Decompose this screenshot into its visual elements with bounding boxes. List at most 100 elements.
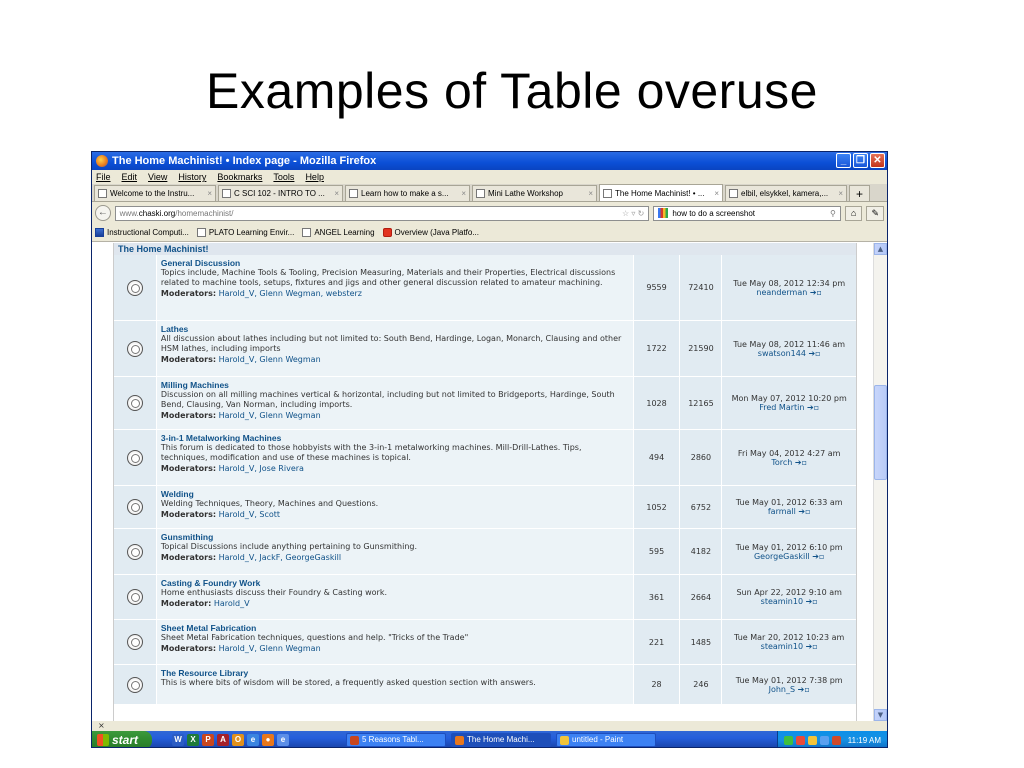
tab-close-icon[interactable]: × <box>584 189 593 198</box>
tab-close-icon[interactable]: × <box>834 189 843 198</box>
moderator-links[interactable]: Harold_V, Scott <box>219 510 280 519</box>
last-post-username[interactable]: steamin10 <box>761 642 803 651</box>
last-post-username[interactable]: swatson144 <box>758 349 806 358</box>
new-tab-button[interactable]: + <box>849 185 871 201</box>
browser-tab[interactable]: Welcome to the Instru... × <box>94 185 216 201</box>
category-header[interactable]: The Home Machinist! <box>114 243 856 255</box>
search-icon[interactable]: ⚲ <box>830 209 836 218</box>
menu-item-help[interactable]: Help <box>305 172 324 182</box>
last-post-username[interactable]: Fred Martin <box>759 403 804 412</box>
tab-close-icon[interactable]: × <box>330 189 339 198</box>
last-post-user[interactable]: Fred Martin ➔▫ <box>759 403 819 412</box>
forum-title-link[interactable]: Welding <box>161 489 629 499</box>
view-latest-post-icon[interactable]: ➔▫ <box>810 552 824 561</box>
tab-close-icon[interactable]: × <box>203 189 212 198</box>
close-button[interactable]: ✕ <box>870 153 885 168</box>
tab-close-icon[interactable]: × <box>457 189 466 198</box>
last-post-user[interactable]: steamin10 ➔▫ <box>761 597 818 606</box>
norton-icon[interactable] <box>831 735 841 745</box>
last-post-username[interactable]: John_S <box>769 685 795 694</box>
view-latest-post-icon[interactable]: ➔▫ <box>792 458 807 467</box>
moderator-links[interactable]: Harold_V, Glenn Wegman <box>219 355 321 364</box>
moderator-links[interactable]: Harold_V, Jose Rivera <box>219 464 304 473</box>
last-post-username[interactable]: steamin10 <box>761 597 803 606</box>
home-icon[interactable]: ⌂ <box>844 205 863 221</box>
taskbar-button[interactable]: 5 Reasons Tabl... <box>346 733 446 747</box>
last-post-username[interactable]: farmall <box>768 507 796 516</box>
network-icon[interactable] <box>783 735 793 745</box>
menu-item-file[interactable]: File <box>96 172 111 182</box>
window-titlebar[interactable]: The Home Machinist! • Index page - Mozil… <box>92 152 887 170</box>
moderator-links[interactable]: Harold_V, JackF, GeorgeGaskill <box>219 553 342 562</box>
back-arrow-icon[interactable]: ← <box>95 205 111 221</box>
last-post-username[interactable]: neanderman <box>756 288 807 297</box>
last-post-user[interactable]: GeorgeGaskill ➔▫ <box>754 552 824 561</box>
last-post-user[interactable]: steamin10 ➔▫ <box>761 642 818 651</box>
ie-alt-icon[interactable]: e <box>277 734 289 746</box>
browser-tab[interactable]: Mini Lathe Workshop × <box>472 185 597 201</box>
forum-title-link[interactable]: Gunsmithing <box>161 532 629 542</box>
taskbar-button[interactable]: untitled - Paint <box>556 733 656 747</box>
last-post-user[interactable]: swatson144 ➔▫ <box>758 349 821 358</box>
scroll-thumb[interactable] <box>874 385 887 480</box>
moderator-links[interactable]: Harold_V, Glenn Wegman, websterz <box>219 289 362 298</box>
last-post-user[interactable]: neanderman ➔▫ <box>756 288 822 297</box>
menu-item-tools[interactable]: Tools <box>273 172 294 182</box>
view-latest-post-icon[interactable]: ➔▫ <box>796 507 810 516</box>
scroll-up-arrow-icon[interactable]: ▲ <box>874 243 887 255</box>
address-bar[interactable]: www. chaski.org/homemachinist/ ☆ ▿ ↻ <box>114 205 650 221</box>
browser-tab[interactable]: elbil, elsykkel, kamera,... × <box>725 185 847 201</box>
browser-tab[interactable]: Learn how to make a s... × <box>345 185 470 201</box>
forum-title-link[interactable]: General Discussion <box>161 258 629 268</box>
tab-close-icon[interactable]: × <box>710 189 719 198</box>
bookmark-item[interactable]: Instructional Computi... <box>95 228 189 237</box>
start-button[interactable]: start <box>92 731 152 747</box>
forum-title-link[interactable]: Sheet Metal Fabrication <box>161 623 629 633</box>
view-latest-post-icon[interactable]: ➔▫ <box>807 288 822 297</box>
addon-bar-close-icon[interactable]: × <box>98 721 105 730</box>
view-latest-post-icon[interactable]: ➔▫ <box>803 642 818 651</box>
view-latest-post-icon[interactable]: ➔▫ <box>804 403 819 412</box>
last-post-username[interactable]: GeorgeGaskill <box>754 552 810 561</box>
view-latest-post-icon[interactable]: ➔▫ <box>803 597 818 606</box>
bookmark-item[interactable]: ANGEL Learning <box>302 228 375 237</box>
browser-tab[interactable]: The Home Machinist! • ... × <box>599 184 723 201</box>
restore-button[interactable]: ❐ <box>853 153 868 168</box>
excel-icon[interactable]: X <box>187 734 199 746</box>
access-icon[interactable]: A <box>217 734 229 746</box>
addon-icon[interactable]: ✎ <box>866 205 885 221</box>
menu-item-edit[interactable]: Edit <box>122 172 138 182</box>
forum-title-link[interactable]: Casting & Foundry Work <box>161 578 629 588</box>
ie-icon[interactable]: e <box>247 734 259 746</box>
bookmark-star-icon[interactable]: ☆ ▿ ↻ <box>622 209 644 218</box>
powerpoint-icon[interactable]: P <box>202 734 214 746</box>
menu-item-bookmarks[interactable]: Bookmarks <box>217 172 262 182</box>
forum-title-link[interactable]: Milling Machines <box>161 380 629 390</box>
search-input[interactable]: how to do a screenshot <box>672 209 755 218</box>
bookmark-item[interactable]: Overview (Java Platfo... <box>382 228 479 237</box>
security-icon[interactable] <box>807 735 817 745</box>
moderator-links[interactable]: Harold_V, Glenn Wegman <box>219 411 321 420</box>
vertical-scrollbar[interactable]: ▲ ▼ <box>873 243 887 721</box>
minimize-button[interactable]: _ <box>836 153 851 168</box>
view-latest-post-icon[interactable]: ➔▫ <box>795 685 810 694</box>
antivirus-icon[interactable] <box>795 735 805 745</box>
firefox-launch-icon[interactable]: ● <box>262 734 274 746</box>
bookmark-item[interactable]: PLATO Learning Envir... <box>196 228 294 237</box>
menu-item-history[interactable]: History <box>178 172 206 182</box>
menu-item-view[interactable]: View <box>148 172 167 182</box>
moderator-links[interactable]: Harold_V, Glenn Wegman <box>219 644 321 653</box>
forum-title-link[interactable]: Lathes <box>161 324 629 334</box>
view-latest-post-icon[interactable]: ➔▫ <box>806 349 820 358</box>
last-post-username[interactable]: Torch <box>771 458 792 467</box>
last-post-user[interactable]: farmall ➔▫ <box>768 507 811 516</box>
moderator-links[interactable]: Harold_V <box>214 599 250 608</box>
word-icon[interactable]: W <box>172 734 184 746</box>
forum-title-link[interactable]: The Resource Library <box>161 668 629 678</box>
last-post-user[interactable]: John_S ➔▫ <box>769 685 810 694</box>
browser-tab[interactable]: C SCI 102 - INTRO TO ... × <box>218 185 343 201</box>
scroll-down-arrow-icon[interactable]: ▼ <box>874 709 887 721</box>
volume-icon[interactable] <box>819 735 829 745</box>
taskbar-button[interactable]: The Home Machi... <box>451 733 551 747</box>
last-post-user[interactable]: Torch ➔▫ <box>771 458 807 467</box>
